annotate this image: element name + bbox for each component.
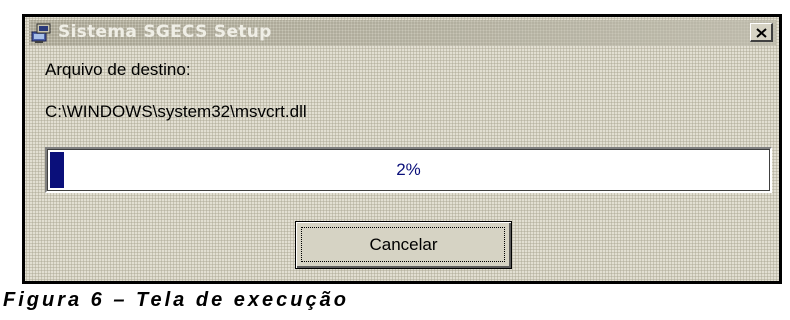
destination-label: Arquivo de destino: — [45, 60, 191, 79]
cancel-button[interactable]: Cancelar — [295, 221, 512, 269]
page: Sistema SGECS Setup Arquivo de destino: … — [0, 0, 790, 320]
progress-percent: 2% — [396, 160, 421, 179]
close-x-icon — [755, 23, 767, 42]
close-button[interactable] — [750, 23, 773, 42]
figure-caption: Figura 6 – Tela de execução — [3, 289, 349, 311]
focus-rectangle — [301, 227, 505, 262]
window-title: Sistema SGECS Setup — [58, 22, 272, 42]
setup-dialog: Sistema SGECS Setup Arquivo de destino: … — [22, 14, 782, 284]
progress-bar: 2% — [45, 147, 772, 193]
file-path: C:\WINDOWS\system32\msvcrt.dll — [45, 102, 307, 121]
title-bar[interactable]: Sistema SGECS Setup — [29, 20, 776, 46]
setup-computer-icon — [31, 23, 53, 43]
